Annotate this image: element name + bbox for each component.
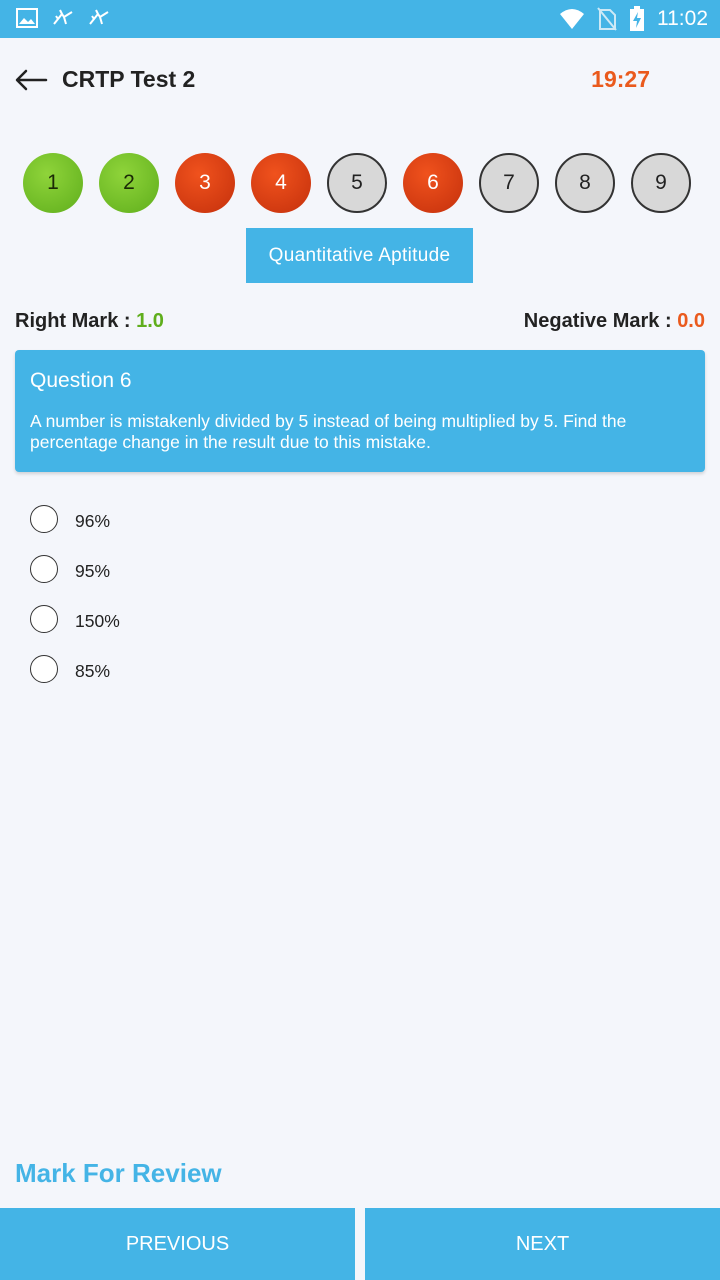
option-1[interactable]: 96%	[30, 505, 690, 555]
question-bubble-9[interactable]: 9	[631, 153, 691, 213]
right-mark-value: 1.0	[136, 310, 164, 332]
image-icon	[16, 8, 38, 28]
back-arrow-icon[interactable]	[14, 66, 48, 94]
wifi-icon	[560, 9, 584, 29]
question-text: A number is mistakenly divided by 5 inst…	[30, 411, 627, 452]
right-mark-label: Right Mark :	[15, 310, 131, 332]
question-number: 4	[275, 171, 287, 194]
question-number: 3	[199, 171, 211, 194]
status-bar-notifications	[16, 8, 110, 28]
question-number: 1	[47, 171, 59, 194]
notification-icon	[89, 9, 109, 25]
mark-for-review-button[interactable]: Mark For Review	[15, 1158, 222, 1189]
section-chip[interactable]: Quantitative Aptitude	[246, 228, 473, 283]
question-bubble-6[interactable]: 6	[403, 153, 463, 213]
page-title: CRTP Test 2	[62, 66, 196, 92]
app-bar: CRTP Test 2 19:27	[0, 38, 720, 124]
question-number: 2	[123, 171, 135, 194]
previous-button[interactable]: PREVIOUS	[0, 1208, 355, 1280]
question-title: Question 6	[30, 369, 132, 392]
option-3[interactable]: 150%	[30, 605, 690, 655]
radio-button[interactable]	[30, 505, 58, 533]
notification-icon	[53, 9, 73, 25]
radio-button[interactable]	[30, 555, 58, 583]
negative-mark-label: Negative Mark :	[523, 310, 672, 332]
question-bubble-3[interactable]: 3	[175, 153, 235, 213]
countdown-timer: 19:27	[591, 66, 650, 92]
question-card: Question 6 A number is mistakenly divide…	[15, 350, 705, 472]
right-mark: Right Mark : 1.0	[15, 310, 164, 333]
radio-button[interactable]	[30, 655, 58, 683]
next-button[interactable]: NEXT	[365, 1208, 720, 1280]
marks-row: Right Mark : 1.0 Negative Mark : 0.0	[15, 310, 705, 336]
option-label: 150%	[75, 611, 120, 631]
negative-mark-value: 0.0	[677, 310, 705, 332]
option-4[interactable]: 85%	[30, 655, 690, 705]
question-bubble-1[interactable]: 1	[23, 153, 83, 213]
question-bubble-2[interactable]: 2	[99, 153, 159, 213]
status-bar-time: 11:02	[657, 7, 708, 30]
question-navigator: 1 2 3 4 5 6 7 8 9	[23, 153, 703, 213]
radio-button[interactable]	[30, 605, 58, 633]
question-number: 9	[655, 171, 667, 194]
option-2[interactable]: 95%	[30, 555, 690, 605]
option-label: 95%	[75, 561, 111, 581]
question-bubble-8[interactable]: 8	[555, 153, 615, 213]
battery-charging-icon	[630, 6, 644, 31]
question-bubble-5[interactable]: 5	[327, 153, 387, 213]
negative-mark: Negative Mark : 0.0	[524, 310, 705, 333]
question-bubble-7[interactable]: 7	[479, 153, 539, 213]
question-number: 8	[579, 171, 591, 194]
no-sim-icon	[597, 7, 617, 31]
option-label: 96%	[75, 511, 111, 531]
question-bubble-4[interactable]: 4	[251, 153, 311, 213]
question-number: 5	[351, 171, 363, 194]
question-number: 7	[503, 171, 515, 194]
answer-options: 96% 95% 150% 85%	[30, 505, 690, 705]
status-bar-system: 11:02	[559, 6, 708, 32]
option-label: 85%	[75, 661, 111, 681]
question-number: 6	[427, 171, 439, 194]
status-bar: 11:02	[0, 0, 720, 38]
